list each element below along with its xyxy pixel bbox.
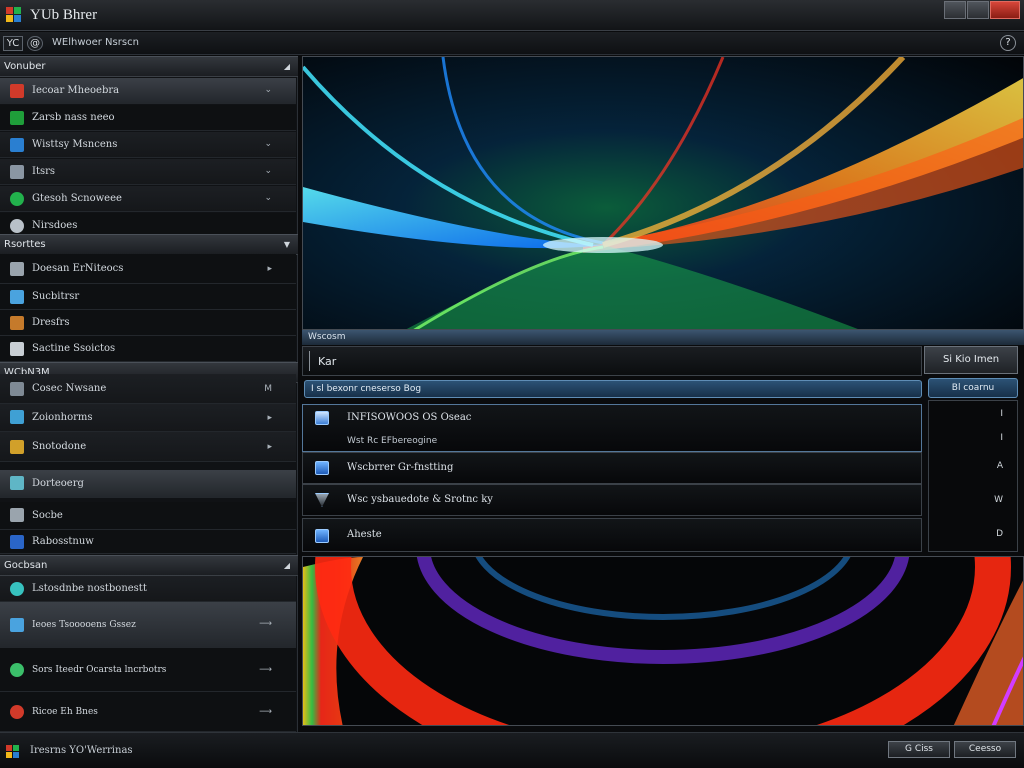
- chevron-right-icon: ▸: [267, 442, 272, 452]
- windows-logo-icon: [6, 745, 20, 759]
- chevron-down-icon: ⌄: [264, 85, 272, 95]
- folder-icon: [10, 262, 24, 276]
- wallpaper-image-bottom: [302, 556, 1024, 726]
- chevron-right-icon: ⟶: [259, 619, 272, 629]
- calendar-icon: [10, 382, 24, 396]
- pen-icon: [10, 508, 24, 522]
- chart-icon: [10, 290, 24, 304]
- cancel-button[interactable]: Ceesso: [954, 741, 1016, 758]
- chevron-down-icon: ⌄: [264, 193, 272, 203]
- window-controls: [944, 1, 1020, 19]
- sidebar-item[interactable]: Cosec Nwsane M: [0, 374, 296, 404]
- window-icon: [315, 411, 329, 425]
- app-logo-icon: [6, 7, 22, 23]
- sidebar-item[interactable]: Gtesoh Scnoweee ⌄: [0, 186, 296, 212]
- table-row[interactable]: Wsc ysbauedote & Srotnc ky: [302, 484, 922, 516]
- sidebar-item[interactable]: Zarsb nass neeo: [0, 105, 296, 131]
- sidebar: Vonuber ◢ Iecoar Mheoebra ⌄ Zarsb nass nee…: [0, 56, 298, 732]
- pin-icon: [10, 618, 24, 632]
- sidebar-item[interactable]: Dorteoerg: [0, 470, 296, 498]
- sidebar-item[interactable]: Doesan ErNiteocs ▸: [0, 254, 296, 284]
- value-cell: D: [996, 529, 1003, 539]
- sidebar-section-header[interactable]: Gocbsan ◢: [0, 555, 298, 576]
- value-column: I I A W D: [928, 400, 1018, 552]
- table-row[interactable]: Wscbrrer Gr-fnstting: [302, 452, 922, 484]
- value-cell: W: [994, 495, 1003, 505]
- chevron-down-icon: ⌄: [264, 166, 272, 176]
- chevron-right-icon: ⟶: [259, 707, 272, 717]
- value-column-header[interactable]: Bl coarnu: [928, 378, 1018, 398]
- chevron-right-icon: M: [264, 384, 272, 394]
- bar-icon: [10, 410, 24, 424]
- disk-icon: [10, 535, 24, 549]
- home-icon: [10, 342, 24, 356]
- sidebar-item[interactable]: Ieoes Tsooooens Gssez ⟶: [0, 602, 296, 648]
- help-icon[interactable]: ?: [1000, 35, 1016, 51]
- chevron-right-icon: ⟶: [259, 665, 272, 675]
- sidebar-item[interactable]: Snotodone ▸: [0, 432, 296, 462]
- search-button[interactable]: Si Kio Imen: [924, 346, 1018, 374]
- chevron-down-icon: ◢: [283, 561, 290, 570]
- maximize-button[interactable]: [967, 1, 989, 19]
- sidebar-item[interactable]: Ricoe Eh Bnes ⟶: [0, 692, 296, 732]
- window-title: YUb Bhrer: [30, 7, 98, 23]
- search-input[interactable]: [309, 351, 913, 371]
- tool-icon: [10, 165, 24, 179]
- document-icon: [10, 316, 24, 330]
- panel-title: Wscosm: [302, 330, 1024, 345]
- globe-icon: [10, 192, 24, 206]
- status-bar: Iresrns YO'Werrinas G Ciss Ceesso: [0, 732, 1024, 768]
- toolbar: YC @ WElhwoer Nsrscn ?: [0, 32, 1024, 55]
- chevron-right-icon: ▸: [267, 264, 272, 274]
- sidebar-item[interactable]: Socbe: [0, 502, 296, 530]
- sidebar-item[interactable]: Itsrs ⌄: [0, 159, 296, 185]
- minimize-button[interactable]: [944, 1, 966, 19]
- sidebar-item[interactable]: Zoionhorms ▸: [0, 404, 296, 432]
- chevron-down-icon: ▼: [283, 240, 290, 249]
- sidebar-item[interactable]: Dresfrs: [0, 310, 296, 336]
- value-cell: I: [1000, 433, 1003, 443]
- chevron-right-icon: ▸: [267, 413, 272, 423]
- value-cell: A: [996, 461, 1003, 471]
- ok-button[interactable]: G Ciss: [888, 741, 950, 758]
- sidebar-item[interactable]: Lstosdnbe nostbonestt: [0, 576, 296, 602]
- wallpaper-image-top: [302, 56, 1024, 330]
- gear-icon: [10, 705, 24, 719]
- refresh-icon: [10, 663, 24, 677]
- shield-icon: [10, 84, 24, 98]
- sidebar-item[interactable]: Iecoar Mheoebra ⌄: [0, 78, 296, 104]
- app-icon: [10, 111, 24, 125]
- sidebar-item[interactable]: Rabosstnuw: [0, 530, 296, 554]
- monitor-icon: [10, 138, 24, 152]
- sidebar-item[interactable]: Sors Iteedr Ocarsta lncrbotrs ⟶: [0, 648, 296, 692]
- home-button[interactable]: @: [27, 36, 43, 51]
- status-text: Iresrns YO'Werrinas: [30, 745, 133, 756]
- chevron-down-icon: ⌄: [264, 139, 272, 149]
- drive-icon: [10, 476, 24, 490]
- sidebar-section-header[interactable]: Vonuber ◢: [0, 56, 298, 77]
- table-header[interactable]: I sl bexonr cneserso Bog: [304, 380, 922, 398]
- app-icon: [315, 461, 329, 475]
- table-row[interactable]: INFISOWOOS OS Oseac Wst Rc EFbereogine: [302, 404, 922, 452]
- chevron-down-icon: ◢: [283, 62, 290, 71]
- sidebar-item[interactable]: Wisttsy Msncens ⌄: [0, 132, 296, 158]
- file-icon: [315, 529, 329, 543]
- triangle-icon: [315, 493, 329, 507]
- title-bar: YUb Bhrer: [0, 0, 1024, 31]
- address-text[interactable]: WElhwoer Nsrscn: [52, 37, 139, 48]
- close-button[interactable]: [990, 1, 1020, 19]
- search-bar: [302, 346, 922, 376]
- circle-icon: [10, 582, 24, 596]
- sidebar-item[interactable]: Sactine Ssoictos: [0, 336, 296, 362]
- back-button[interactable]: YC: [3, 36, 23, 51]
- page-icon: [10, 440, 24, 454]
- sidebar-section-header[interactable]: Rsorttes ▼: [0, 234, 298, 255]
- value-cell: I: [1000, 409, 1003, 419]
- table-row[interactable]: Aheste: [302, 518, 922, 552]
- user-icon: [10, 219, 24, 233]
- sidebar-item[interactable]: Sucbitrsr: [0, 284, 296, 310]
